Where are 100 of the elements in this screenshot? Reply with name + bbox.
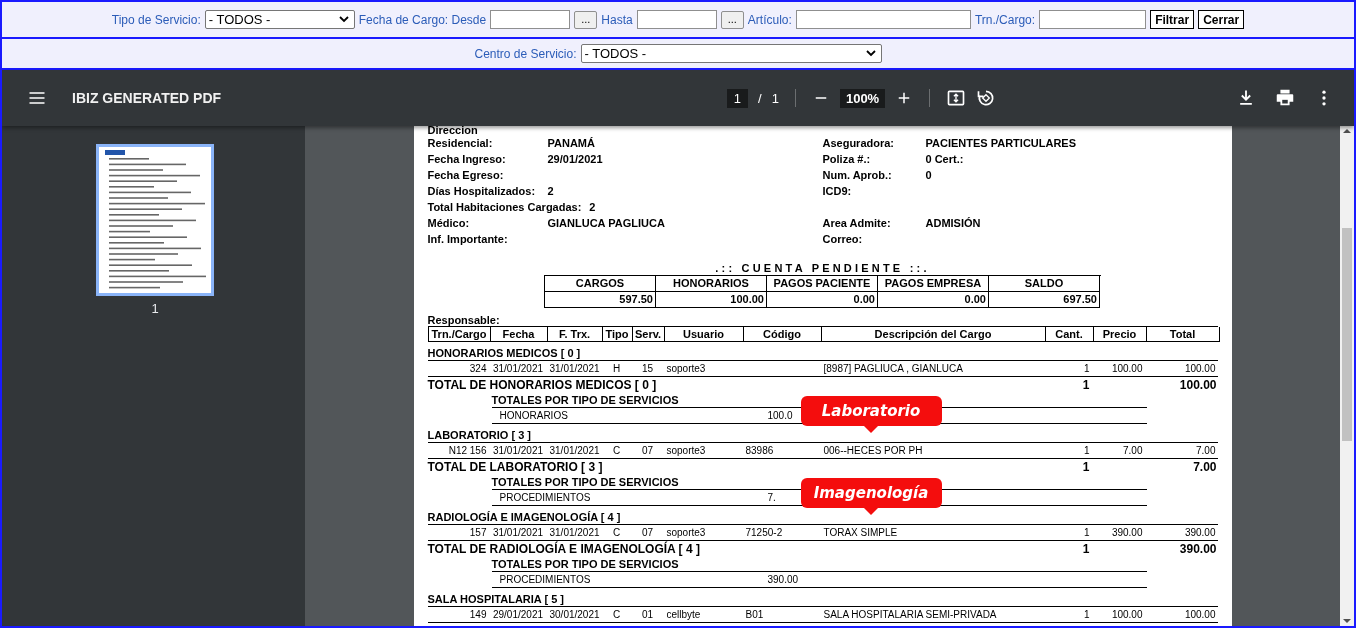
table-cell-text: 100.00 — [1178, 377, 1218, 393]
column-header: Serv. — [632, 327, 665, 342]
field-value: ADMISIÓN — [925, 216, 981, 231]
table-cell-text: 157 — [468, 526, 488, 540]
table-cell: 0.00 — [878, 292, 989, 308]
field-label: Fecha Ingreso: — [427, 152, 507, 167]
chevron-down-icon — [338, 16, 349, 23]
table-cell-text: 006--HECES POR PH — [822, 444, 924, 458]
date-picker-button[interactable]: ... — [574, 10, 598, 29]
page-number-field[interactable]: 1 — [726, 88, 749, 108]
table-cell-text: 7.00 — [1195, 444, 1217, 458]
table-cell-text: 100.00 — [1183, 608, 1217, 622]
table-cell-text: 7.00 — [1192, 459, 1218, 475]
table-cell-text: 29/01/2021 — [491, 608, 545, 622]
field-label: Responsable: — [427, 314, 501, 326]
table-cell-text: 83986 — [744, 444, 775, 458]
field-label: Aseguradora: — [822, 136, 896, 151]
table-cell-text: 100.0 — [767, 409, 793, 423]
column-header: HONORARIOS — [656, 276, 767, 292]
table-cell-text: 7.00 — [1122, 444, 1144, 458]
section-title: LABORATORIO [ 3 ] — [427, 428, 1218, 443]
table-cell-text: cellbyte — [665, 608, 702, 622]
table-cell-text: 1 — [1082, 362, 1091, 376]
section-title: RADIOLOGÍA E IMAGENOLOGÍA [ 4 ] — [427, 510, 1218, 525]
column-header: CARGOS — [545, 276, 656, 292]
section-title: HONORARIOS MEDICOS [ 0 ] — [427, 346, 1218, 361]
column-header: Cant. — [1045, 327, 1094, 342]
table-cell-text: HONORARIOS — [499, 409, 569, 423]
field-value: 2 — [589, 200, 596, 215]
table-cell-text: 390.00 — [1110, 526, 1144, 540]
scrollbar-thumb[interactable] — [1342, 228, 1352, 441]
input-field[interactable] — [795, 10, 971, 29]
table-cell-text: 390.00 — [767, 573, 799, 587]
table-cell-text: 01 — [640, 608, 655, 622]
dropdown[interactable]: - TODOS - — [204, 10, 355, 29]
table-cell-text: 1 — [1081, 459, 1091, 475]
table-cell-text: H — [611, 362, 622, 376]
field-label: Correo: — [822, 232, 864, 247]
column-header: Trn./Cargo — [428, 327, 491, 342]
input-field[interactable] — [636, 10, 717, 29]
table-cell: 597.50 — [545, 292, 656, 308]
table-cell-text: soporte3 — [665, 526, 707, 540]
table-cell-text: 324 — [468, 362, 488, 376]
table-cell-text: C — [611, 526, 622, 540]
table-cell-text: soporte3 — [665, 444, 707, 458]
table-cell-text: N12 156 — [447, 444, 488, 458]
field-value: 0 Cert.: — [925, 152, 964, 167]
table-cell-text: 100.00 — [1110, 608, 1144, 622]
table-cell-text: 1 — [1081, 377, 1091, 393]
table-cell: 100.00 — [656, 292, 767, 308]
page-total: 1 — [771, 90, 779, 106]
table-cell-text: 31/01/2021 — [548, 444, 601, 458]
field-label: Hasta — [601, 12, 633, 27]
action-button[interactable]: Filtrar — [1150, 10, 1195, 29]
field-label: Fecha de Cargo: Desde — [358, 12, 487, 27]
page-thumbnail[interactable] — [96, 144, 214, 296]
table-cell-text: 100.00 — [1183, 362, 1217, 376]
page-separator: / — [758, 90, 762, 106]
table-cell-text: 07 — [640, 526, 655, 540]
table-cell-text: 31/01/2021 — [491, 362, 545, 376]
scrollbar[interactable] — [1340, 126, 1354, 626]
table-cell-text: 1 — [1082, 608, 1091, 622]
input-field[interactable] — [490, 10, 571, 29]
field-label: Fecha Egreso: — [427, 168, 505, 183]
table-cell-text: 390.00 — [1183, 526, 1217, 540]
table-cell-text: 31/01/2021 — [491, 444, 545, 458]
column-header: PAGOS PACIENTE — [767, 276, 878, 292]
table-cell-text: 30/01/2021 — [548, 608, 601, 622]
dropdown[interactable]: - TODOS - — [580, 44, 882, 63]
zoom-field[interactable]: 100% — [839, 88, 886, 108]
field-label: ICD9: — [822, 184, 853, 199]
document-title: IBIZ GENERATED PDF — [72, 90, 222, 106]
table-cell-text: 7. — [767, 491, 776, 505]
table-cell-text: 31/01/2021 — [548, 526, 601, 540]
field-value: GIANLUCA PAGLIUCA — [547, 216, 665, 231]
fit-page-icon[interactable] — [946, 88, 967, 108]
field-label: Poliza #.: — [822, 152, 872, 167]
field-label: Tipo de Servicio: — [111, 12, 201, 27]
column-header: Código — [743, 327, 822, 342]
subtotal-title: TOTALES POR TIPO DE SERVICIOS — [491, 557, 1147, 572]
table-cell-text: 390.00 — [1178, 541, 1218, 557]
field-value: PANAMÁ — [547, 136, 595, 151]
table-cell-text: C — [611, 608, 622, 622]
summary-title: .:: CUENTA PENDIENTE ::. — [714, 261, 931, 275]
field-label: Trn./Cargo: — [974, 12, 1036, 27]
action-button[interactable]: Cerrar — [1198, 10, 1245, 29]
field-value: 29/01/2021 — [547, 152, 603, 167]
date-picker-button[interactable]: ... — [720, 10, 744, 29]
column-header: Precio — [1093, 327, 1147, 342]
column-header: Fecha — [490, 327, 548, 342]
input-field[interactable] — [1039, 10, 1147, 29]
table-cell-text: SALA HOSPITALARIA SEMI-PRIVADA — [822, 608, 998, 622]
table-cell: 0.00 — [767, 292, 878, 308]
table-cell-text: 71250-2 — [744, 526, 784, 540]
field-label: Total Habitaciones Cargadas: — [427, 200, 582, 215]
table-cell-text: C — [611, 444, 622, 458]
total-label: TOTAL DE HONORARIOS MEDICOS [ 0 ] — [427, 377, 658, 393]
table-cell-text: 07 — [640, 444, 655, 458]
total-label: TOTAL DE RADIOLOGÍA E IMAGENOLOGÍA [ 4 ] — [427, 541, 701, 557]
field-label: Residencial: — [427, 136, 494, 151]
